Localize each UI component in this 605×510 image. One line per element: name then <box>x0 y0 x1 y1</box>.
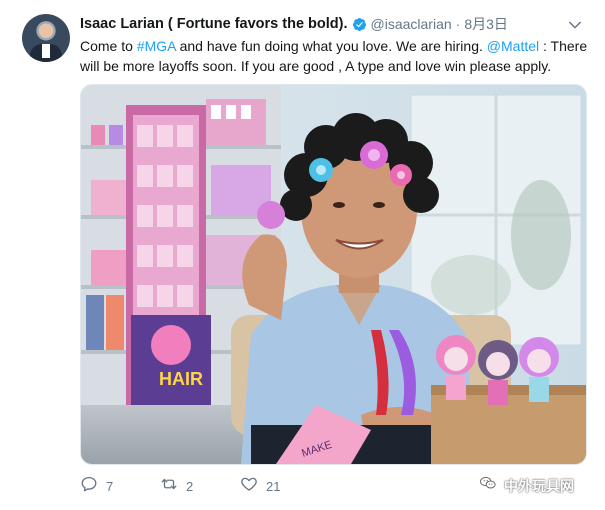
retweet-count: 2 <box>186 479 194 494</box>
chevron-down-icon[interactable] <box>566 16 584 34</box>
header-separator: · <box>455 16 461 32</box>
reply-icon <box>80 475 98 498</box>
like-button[interactable]: 21 <box>240 475 280 498</box>
heart-icon <box>240 475 258 498</box>
like-count: 21 <box>266 479 281 494</box>
photo-illustration: HAIR MAKE <box>81 85 586 464</box>
verified-badge-icon <box>352 17 367 32</box>
retweet-button[interactable]: 2 <box>160 475 193 498</box>
hashtag-link[interactable]: #MGA <box>137 38 176 54</box>
tweet-photo[interactable]: HAIR MAKE <box>80 84 587 465</box>
watermark: 中外玩具网 <box>478 474 574 497</box>
display-box-label: HAIR <box>159 369 203 389</box>
retweet-icon <box>160 475 178 498</box>
author-handle[interactable]: @isaaclarian <box>371 16 452 32</box>
tweet-date[interactable]: 8月3日 <box>464 14 508 34</box>
tweet-text: Come to #MGA and have fun doing what you… <box>80 36 590 76</box>
mention-link[interactable]: @Mattel <box>487 38 539 54</box>
author-avatar[interactable] <box>22 14 70 62</box>
avatar-collar <box>42 44 50 58</box>
wechat-icon <box>478 474 498 497</box>
tweet-header: Isaac Larian ( Fortune favors the bold).… <box>80 14 508 34</box>
tweet-text-part: and have fun doing what you love. We are… <box>175 38 487 54</box>
reply-button[interactable]: 7 <box>80 475 113 498</box>
watermark-text: 中外玩具网 <box>504 477 574 494</box>
reply-count: 7 <box>106 479 114 494</box>
tweet-text-part: Come to <box>80 38 137 54</box>
author-name[interactable]: Isaac Larian ( Fortune favors the bold). <box>80 16 348 32</box>
